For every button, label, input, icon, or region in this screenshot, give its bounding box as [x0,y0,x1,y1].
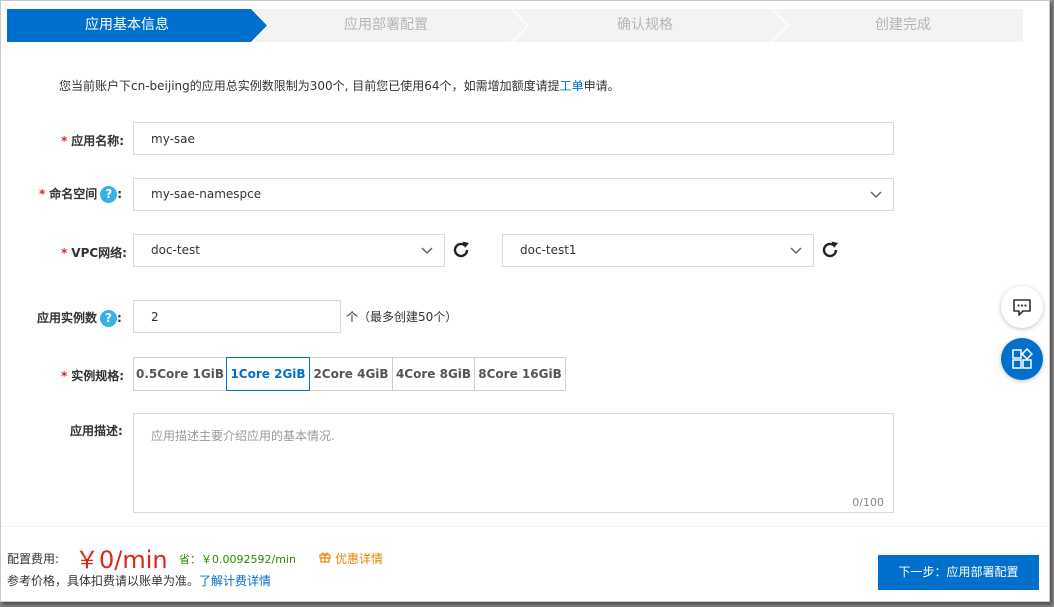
instances-hint: 个（最多创建50个） [346,310,458,324]
discount-link[interactable]: 优惠详情 [319,550,383,567]
refresh-icon[interactable] [819,239,841,261]
description-label: 应用描述: [70,424,123,438]
spec-option-selected[interactable]: 1Core 2GiB [226,357,310,391]
save-amount: 省：￥0.0092592/min [179,553,296,566]
namespace-label: * 命名空间?: [39,185,122,203]
vswitch-value: doc-test1 [520,243,577,257]
quota-notice: 您当前账户下cn-beijing的应用总实例数限制为300个, 目前您已使用64… [59,77,620,94]
required-mark: * [61,246,68,260]
instances-label: 应用实例数?: [37,309,122,327]
instances-label-text: 应用实例数 [37,311,98,325]
namespace-select[interactable]: my-sae-namespce [133,178,894,211]
description-placeholder: 应用描述主要介绍应用的基本情况. [151,429,335,443]
app-name-label: * 应用名称: [61,132,124,149]
help-icon[interactable]: ? [100,310,118,327]
chevron-down-icon [870,191,882,199]
billing-details-link[interactable]: 了解计费详情 [199,574,271,588]
namespace-label-text: 命名空间 [49,187,98,201]
discount-text: 优惠详情 [335,552,384,566]
gift-icon [319,552,331,563]
app-name-input[interactable] [133,122,894,155]
instances-colon: : [117,311,122,325]
spec-options: 0.5Core 1GiB 1Core 2GiB 2Core 4GiB 4Core… [133,357,566,391]
vpc-value: doc-test [151,243,200,257]
required-mark: * [61,369,68,383]
app-name-label-text: 应用名称: [71,134,125,148]
chevron-down-icon [790,247,802,255]
namespace-colon: : [117,187,123,201]
required-mark: * [39,187,46,201]
vpc-label-text: VPC网络: [71,246,127,260]
spec-option[interactable]: 4Core 8GiB [392,357,475,391]
ticket-link[interactable]: 工单 [560,79,584,93]
spec-option[interactable]: 2Core 4GiB [309,357,393,391]
step-progress-bar: 应用基本信息 应用部署配置 确认规格 创建完成 [7,9,1023,42]
spec-option[interactable]: 8Core 16GiB [474,357,566,391]
footer-bar: 配置费用: ￥0/min 省：￥0.0092592/min 优惠详情 参考价格，… [1,526,1049,601]
step-confirm-spec: 确认规格 [617,17,673,33]
vpc-select[interactable]: doc-test [133,234,445,267]
apps-button[interactable] [1001,338,1043,380]
next-step-button[interactable]: 下一步：应用部署配置 [878,555,1039,590]
vpc-label: * VPC网络: [61,244,127,261]
step-deploy-config: 应用部署配置 [344,17,428,33]
chat-icon [1013,299,1031,316]
spec-option[interactable]: 0.5Core 1GiB [133,357,227,391]
app-create-window: 应用基本信息 应用部署配置 确认规格 创建完成 您当前账户下cn-beijing… [0,0,1050,602]
fee-value: ￥0/min [75,546,168,574]
reference-text: 参考价格，具体扣费请以账单为准。 [7,574,200,588]
spec-label: * 实例规格: [61,367,124,384]
step-basic-info: 应用基本信息 [85,17,169,33]
help-icon[interactable]: ? [100,186,118,203]
description-textarea[interactable]: 应用描述主要介绍应用的基本情况. 0/100 [133,413,894,513]
apps-icon [1012,348,1033,369]
instances-input[interactable] [133,300,341,333]
chat-button[interactable] [1001,286,1043,328]
required-mark: * [61,134,68,148]
refresh-icon[interactable] [450,239,472,261]
namespace-value: my-sae-namespce [151,187,262,201]
quota-notice-suffix: 申请。 [583,79,620,93]
description-counter: 0/100 [852,496,884,509]
fee-label: 配置费用: [7,552,60,566]
quota-notice-text: 您当前账户下cn-beijing的应用总实例数限制为300个, 目前您已使用64… [59,79,560,93]
reference-note: 参考价格，具体扣费请以账单为准。了解计费详情 [7,572,271,589]
vswitch-select[interactable]: doc-test1 [502,234,814,267]
step-create-done: 创建完成 [875,17,931,33]
spec-label-text: 实例规格: [71,369,125,383]
chevron-down-icon [421,247,433,255]
